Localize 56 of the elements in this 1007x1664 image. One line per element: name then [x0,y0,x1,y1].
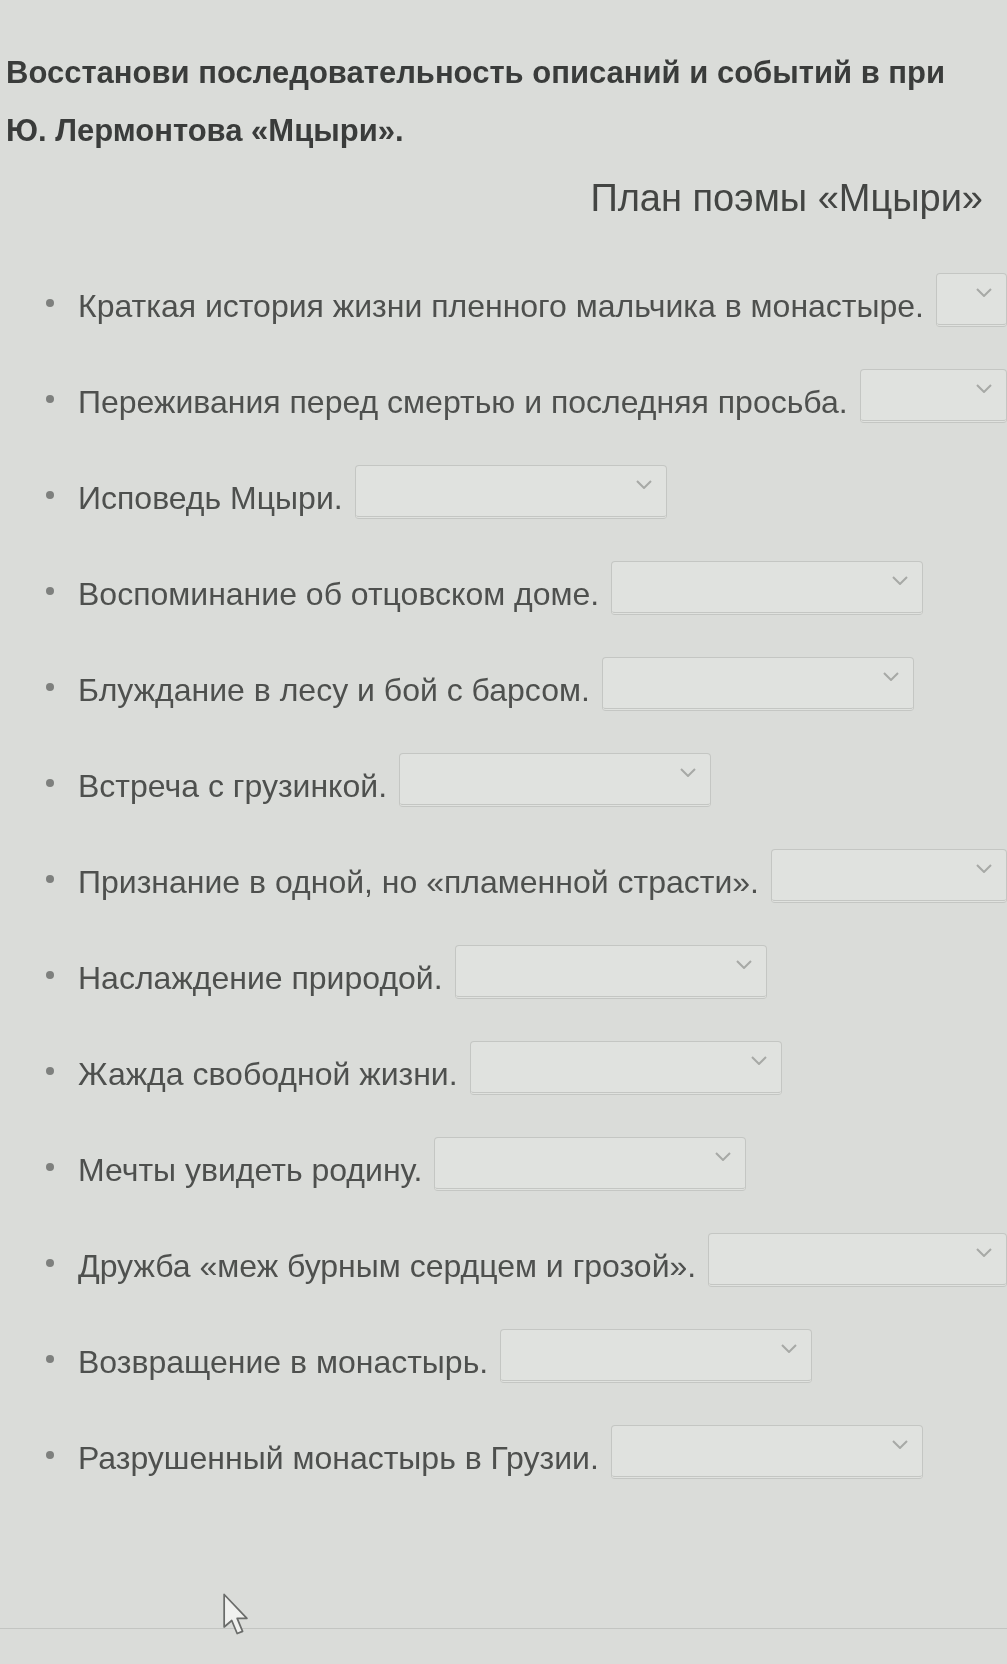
bullet-icon [46,299,54,307]
plan-item-text: Признание в одной, но «пламенной страсти». [78,863,759,901]
dropdown-field[interactable] [454,945,767,999]
plan-item-text: Дружба «меж бурным сердцем и грозой». [78,1247,697,1285]
dropdown-field[interactable] [859,369,1007,423]
instruction-text: Восстанови последовательность описаний и событий в при [6,54,946,92]
plan-item-text: Блуждание в лесу и бой с барсом. [78,671,590,709]
plan-item-text: Переживания перед смертью и последняя просьба. [78,383,848,421]
bullet-icon [46,971,54,979]
bullet-icon [46,779,54,787]
dropdown-field[interactable] [399,753,712,807]
chevron-icon [976,1248,992,1257]
bullet-icon [46,1067,54,1075]
dropdown-field[interactable] [354,465,667,519]
bullet-icon [46,875,54,883]
plan-item-text: Воспоминание об отцовском доме. [78,575,600,613]
bullet-icon [46,491,54,499]
chevron-icon [976,864,992,873]
bullet-icon [46,1163,54,1171]
dropdown-field[interactable] [469,1041,782,1095]
chevron-icon [750,1056,767,1065]
chevron-icon [680,768,697,777]
bullet-icon [46,587,54,595]
plan-item-text: Наслаждение природой. [78,959,443,997]
dropdown-field[interactable] [601,657,914,711]
plan-item-text: Исповедь Мцыри. [78,479,343,517]
dropdown-field[interactable] [611,561,924,615]
plan-item-text: Краткая история жизни пленного мальчика в монастыре. [78,287,924,325]
plan-title: План поэмы «Мцыри» [590,176,983,221]
plan-item-text: Мечты увидеть родину. [78,1151,423,1189]
plan-item-text: Встреча с грузинкой. [78,767,388,805]
instruction-text: Ю. Лермонтова «Мцыри». [6,112,404,150]
chevron-icon [892,576,909,585]
chevron-icon [976,384,992,393]
dropdown-field[interactable] [708,1233,1007,1287]
bullet-icon [46,683,54,691]
dropdown-field[interactable] [500,1329,813,1383]
dropdown-field[interactable] [936,273,1007,327]
chevron-icon [976,288,992,297]
bullet-icon [46,395,54,403]
chevron-icon [781,1344,798,1353]
dropdown-field[interactable] [610,1425,923,1479]
cursor-icon [222,1592,248,1636]
bullet-icon [46,1355,54,1363]
chevron-icon [891,1440,908,1449]
plan-item-text: Разрушенный монастырь в Грузии. [78,1439,599,1477]
bullet-icon [46,1451,54,1459]
plan-item-text: Жажда свободной жизни. [78,1055,458,1093]
chevron-icon [882,672,899,681]
chevron-icon [715,1152,732,1161]
bullet-icon [46,1259,54,1267]
dropdown-field[interactable] [434,1137,747,1191]
dropdown-field[interactable] [770,849,1007,903]
plan-item-text: Возвращение в монастырь. [78,1343,489,1381]
chevron-icon [735,960,752,969]
chevron-icon [635,480,652,489]
